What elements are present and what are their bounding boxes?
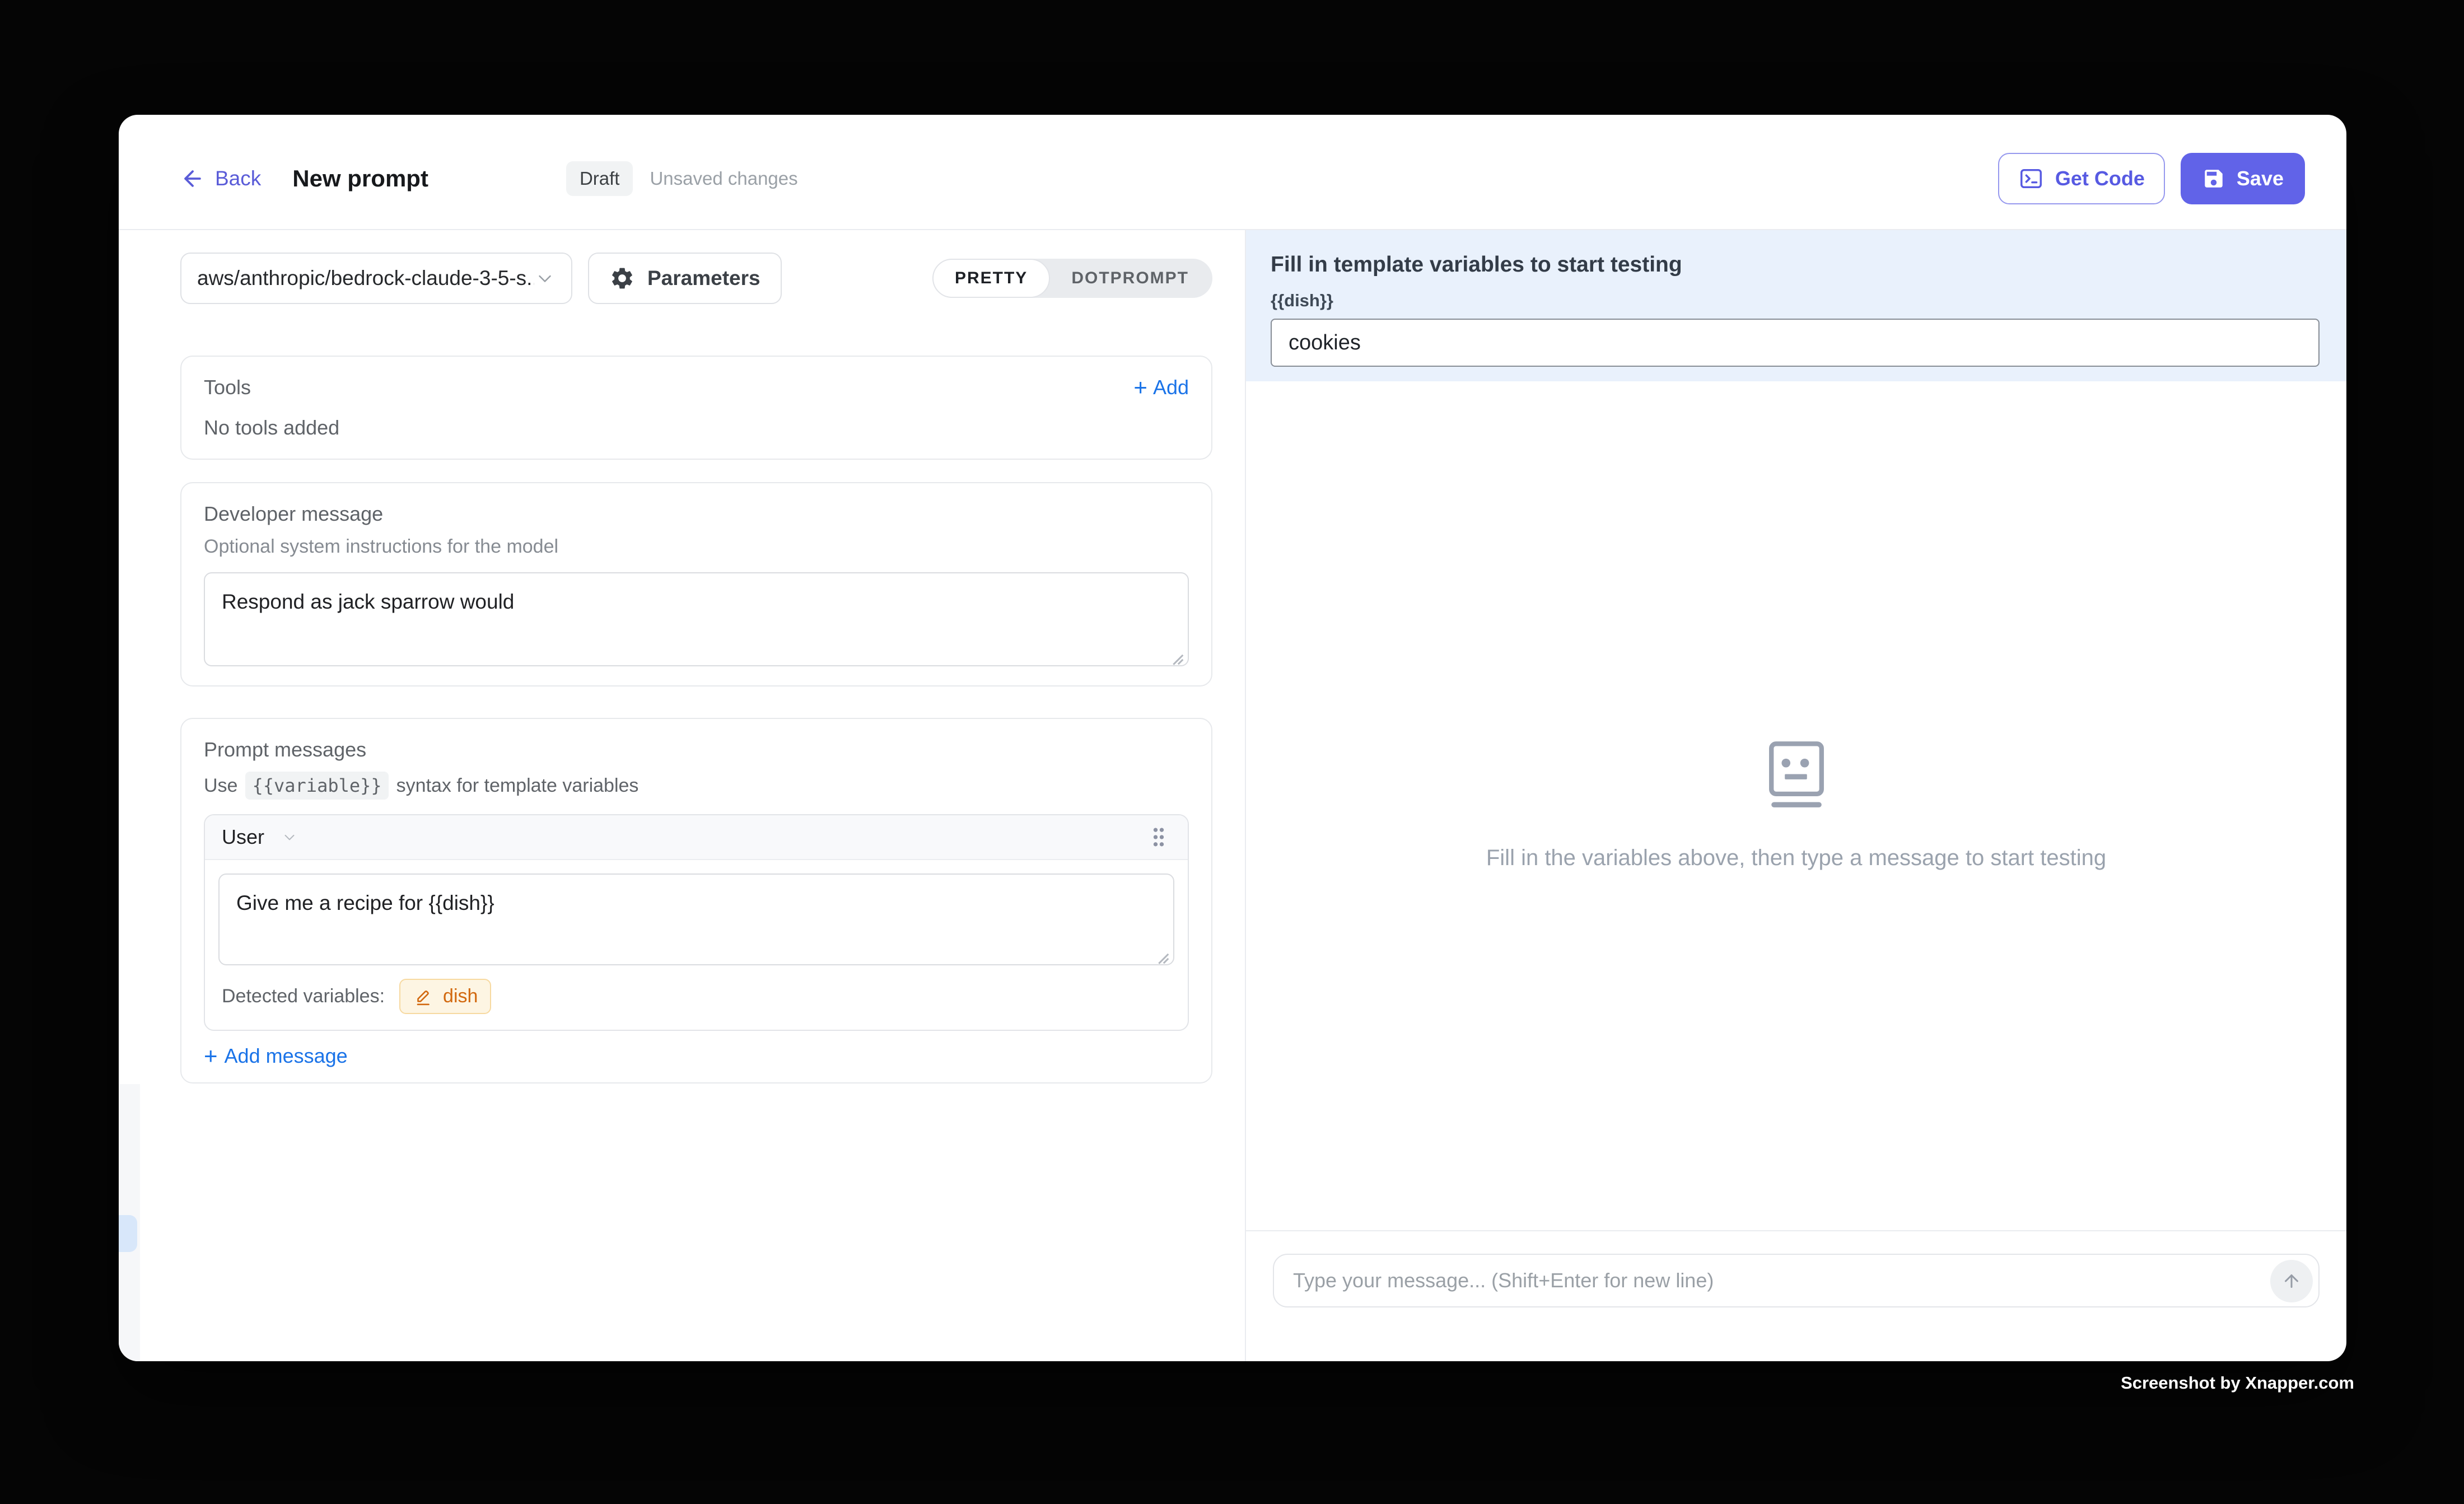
get-code-label: Get Code [2055,167,2145,190]
chat-input-bar [1246,1230,2346,1361]
developer-message-title: Developer message [204,502,1189,526]
parameters-label: Parameters [647,267,760,290]
variable-chip-dish[interactable]: dish [399,979,491,1014]
unsaved-changes-text: Unsaved changes [650,168,797,189]
test-panel: Fill in template variables to start test… [1245,230,2346,1361]
save-button[interactable]: Save [2181,153,2305,204]
plus-icon: + [204,1044,218,1068]
add-tool-button[interactable]: + Add [1133,376,1189,399]
hint-suffix: syntax for template variables [396,775,639,797]
detected-variables-label: Detected variables: [222,985,385,1007]
tools-title: Tools [204,376,251,399]
add-message-button[interactable]: + Add message [204,1044,348,1068]
tools-card: Tools + Add No tools added [180,356,1212,460]
message-field-wrap [218,874,1174,965]
arrow-up-icon [2281,1271,2302,1291]
gear-icon [609,265,635,291]
variable-chip-label: dish [443,985,478,1007]
drag-handle-icon[interactable] [1146,823,1171,852]
variables-panel: Fill in template variables to start test… [1246,230,2346,381]
developer-message-input[interactable] [204,572,1189,666]
toggle-dotprompt[interactable]: DOTPROMPT [1050,259,1210,298]
back-button[interactable]: Back [180,166,261,191]
header: Back New prompt Draft Unsaved changes Ge… [119,115,2346,230]
developer-message-subtitle: Optional system instructions for the mod… [204,536,1189,558]
developer-message-field-wrap [204,572,1189,666]
message-block: User Detected variables [204,814,1189,1031]
save-icon [2202,167,2225,190]
message-header: User [205,815,1188,860]
status-badge: Draft [566,161,633,196]
page-title: New prompt [292,165,428,192]
plus-icon: + [1133,376,1147,399]
chevron-down-icon [534,268,556,289]
toggle-pretty[interactable]: PRETTY [932,259,1050,298]
prompt-messages-card: Prompt messages Use {{variable}} syntax … [180,718,1212,1083]
developer-message-card: Developer message Optional system instru… [180,482,1212,686]
screenshot-stage: Back New prompt Draft Unsaved changes Ge… [0,0,2464,1504]
send-button[interactable] [2270,1260,2313,1302]
chevron-down-icon [281,829,298,846]
add-tool-label: Add [1153,376,1189,399]
view-toggle: PRETTY DOTPROMPT [932,259,1212,298]
message-input[interactable] [218,874,1174,965]
role-selector[interactable]: User [222,825,298,849]
sidebar-fragment-highlight [119,1215,137,1252]
terminal-icon [2018,166,2044,191]
robot-face-icon [1768,741,1824,809]
model-selector-value: aws/anthropic/bedrock-claude-3-5-s... [197,267,534,290]
variables-panel-title: Fill in template variables to start test… [1271,253,2320,277]
variable-key-label: {{dish}} [1271,291,2320,311]
hint-prefix: Use [204,775,237,797]
chat-message-input[interactable] [1293,1269,2257,1292]
detected-variables-row: Detected variables: dish [205,965,1188,1030]
watermark-text: Screenshot by Xnapper.com [2121,1373,2354,1393]
variable-syntax-chip: {{variable}} [245,772,388,800]
tools-empty-text: No tools added [204,416,1189,440]
template-hint: Use {{variable}} syntax for template var… [204,772,1189,800]
prompt-messages-title: Prompt messages [204,738,1189,762]
prompt-editor-column: aws/anthropic/bedrock-claude-3-5-s... Pa… [119,230,1245,1361]
model-row: aws/anthropic/bedrock-claude-3-5-s... Pa… [180,253,1212,304]
arrow-left-icon [180,166,205,191]
save-label: Save [2237,167,2284,190]
role-value: User [222,825,264,849]
parameters-button[interactable]: Parameters [588,253,782,304]
back-label: Back [215,167,261,190]
app-window: Back New prompt Draft Unsaved changes Ge… [119,115,2346,1361]
chat-input-wrap [1273,1254,2320,1307]
content: aws/anthropic/bedrock-claude-3-5-s... Pa… [119,230,2346,1361]
variable-value-input[interactable] [1271,319,2320,367]
message-body [205,860,1188,965]
add-message-label: Add message [225,1044,348,1068]
tools-header: Tools + Add [204,376,1189,399]
edit-pencil-icon [413,986,434,1007]
chat-empty-state: Fill in the variables above, then type a… [1246,381,2346,1230]
get-code-button[interactable]: Get Code [1998,153,2165,204]
empty-state-text: Fill in the variables above, then type a… [1486,846,2106,871]
model-selector[interactable]: aws/anthropic/bedrock-claude-3-5-s... [180,253,572,304]
